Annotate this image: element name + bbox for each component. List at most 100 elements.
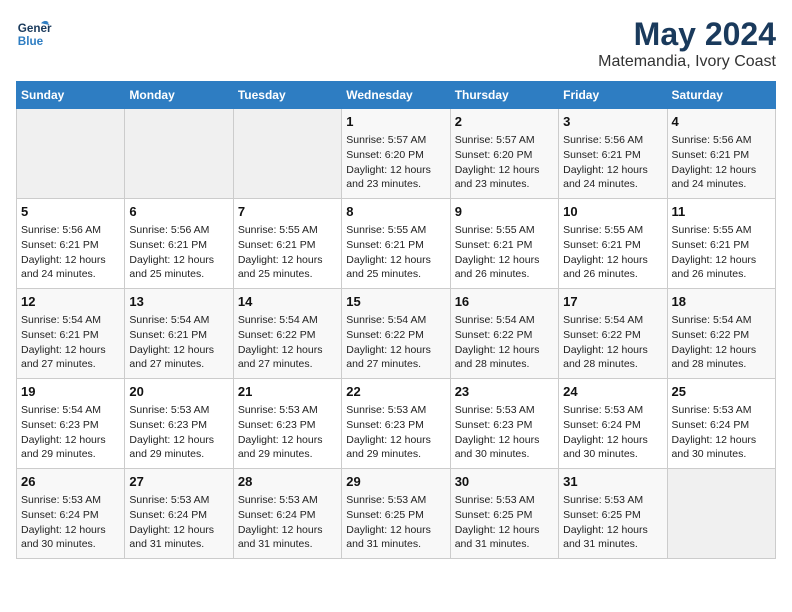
calendar-cell: 20 Sunrise: 5:53 AM Sunset: 6:23 PM Dayli… xyxy=(125,379,233,469)
calendar-cell: 26 Sunrise: 5:53 AM Sunset: 6:24 PM Dayli… xyxy=(17,469,125,559)
calendar-cell: 5Sunrise: 5:56 AM Sunset: 6:21 PM Daylig… xyxy=(17,199,125,289)
day-number: 9 xyxy=(455,203,554,221)
day-number: 17 xyxy=(563,293,662,311)
day-info: Sunrise: 5:53 AM Sunset: 6:23 PM Dayligh… xyxy=(129,403,228,462)
calendar-cell: 29 Sunrise: 5:53 AM Sunset: 6:25 PM Dayli… xyxy=(342,469,450,559)
day-number: 22 xyxy=(346,383,445,401)
day-info: Sunrise: 5:53 AM Sunset: 6:23 PM Dayligh… xyxy=(346,403,445,462)
calendar-cell: 18 Sunrise: 5:54 AM Sunset: 6:22 PM Dayli… xyxy=(667,289,775,379)
day-info: Sunrise: 5:53 AM Sunset: 6:24 PM Dayligh… xyxy=(21,493,120,552)
calendar-cell: 8 Sunrise: 5:55 AM Sunset: 6:21 PM Daylig… xyxy=(342,199,450,289)
day-number: 12 xyxy=(21,293,120,311)
calendar-cell: 25Sunrise: 5:53 AM Sunset: 6:24 PM Dayli… xyxy=(667,379,775,469)
calendar-title: May 2024 xyxy=(598,16,776,53)
weekday-header: Friday xyxy=(559,82,667,109)
day-info: Sunrise: 5:54 AM Sunset: 6:21 PM Dayligh… xyxy=(21,313,120,372)
calendar-cell: 6Sunrise: 5:56 AM Sunset: 6:21 PM Daylig… xyxy=(125,199,233,289)
weekday-header: Tuesday xyxy=(233,82,341,109)
calendar-cell: 13 Sunrise: 5:54 AM Sunset: 6:21 PM Dayli… xyxy=(125,289,233,379)
day-info: Sunrise: 5:56 AM Sunset: 6:21 PM Dayligh… xyxy=(563,133,662,192)
day-number: 19 xyxy=(21,383,120,401)
day-info: Sunrise: 5:54 AM Sunset: 6:23 PM Dayligh… xyxy=(21,403,120,462)
day-number: 13 xyxy=(129,293,228,311)
day-info: Sunrise: 5:55 AM Sunset: 6:21 PM Dayligh… xyxy=(346,223,445,282)
day-number: 11 xyxy=(672,203,771,221)
day-number: 7 xyxy=(238,203,337,221)
weekday-header: Sunday xyxy=(17,82,125,109)
day-number: 15 xyxy=(346,293,445,311)
day-info: Sunrise: 5:53 AM Sunset: 6:24 PM Dayligh… xyxy=(238,493,337,552)
day-info: Sunrise: 5:53 AM Sunset: 6:25 PM Dayligh… xyxy=(455,493,554,552)
calendar-cell: 24 Sunrise: 5:53 AM Sunset: 6:24 PM Dayli… xyxy=(559,379,667,469)
calendar-cell: 16 Sunrise: 5:54 AM Sunset: 6:22 PM Dayli… xyxy=(450,289,558,379)
day-info: Sunrise: 5:54 AM Sunset: 6:21 PM Dayligh… xyxy=(129,313,228,372)
calendar-cell: 4 Sunrise: 5:56 AM Sunset: 6:21 PM Daylig… xyxy=(667,109,775,199)
calendar-cell: 22 Sunrise: 5:53 AM Sunset: 6:23 PM Dayli… xyxy=(342,379,450,469)
day-info: Sunrise: 5:57 AM Sunset: 6:20 PM Dayligh… xyxy=(346,133,445,192)
title-block: May 2024 Matemandia, Ivory Coast xyxy=(598,16,776,71)
day-number: 25 xyxy=(672,383,771,401)
day-info: Sunrise: 5:54 AM Sunset: 6:22 PM Dayligh… xyxy=(563,313,662,372)
day-info: Sunrise: 5:53 AM Sunset: 6:25 PM Dayligh… xyxy=(346,493,445,552)
logo-icon: General Blue xyxy=(16,16,52,52)
calendar-cell: 21Sunrise: 5:53 AM Sunset: 6:23 PM Dayli… xyxy=(233,379,341,469)
day-info: Sunrise: 5:55 AM Sunset: 6:21 PM Dayligh… xyxy=(563,223,662,282)
day-number: 29 xyxy=(346,473,445,491)
weekday-header: Saturday xyxy=(667,82,775,109)
weekday-header: Monday xyxy=(125,82,233,109)
calendar-week-row: 5Sunrise: 5:56 AM Sunset: 6:21 PM Daylig… xyxy=(17,199,776,289)
day-number: 3 xyxy=(563,113,662,131)
day-number: 18 xyxy=(672,293,771,311)
day-number: 6 xyxy=(129,203,228,221)
day-info: Sunrise: 5:54 AM Sunset: 6:22 PM Dayligh… xyxy=(346,313,445,372)
day-info: Sunrise: 5:55 AM Sunset: 6:21 PM Dayligh… xyxy=(672,223,771,282)
day-number: 16 xyxy=(455,293,554,311)
day-number: 10 xyxy=(563,203,662,221)
weekday-header: Wednesday xyxy=(342,82,450,109)
calendar-cell: 23Sunrise: 5:53 AM Sunset: 6:23 PM Dayli… xyxy=(450,379,558,469)
day-info: Sunrise: 5:57 AM Sunset: 6:20 PM Dayligh… xyxy=(455,133,554,192)
day-info: Sunrise: 5:54 AM Sunset: 6:22 PM Dayligh… xyxy=(672,313,771,372)
day-info: Sunrise: 5:53 AM Sunset: 6:24 PM Dayligh… xyxy=(563,403,662,462)
calendar-cell: 1Sunrise: 5:57 AM Sunset: 6:20 PM Daylig… xyxy=(342,109,450,199)
calendar-week-row: 19 Sunrise: 5:54 AM Sunset: 6:23 PM Dayli… xyxy=(17,379,776,469)
calendar-week-row: 26 Sunrise: 5:53 AM Sunset: 6:24 PM Dayli… xyxy=(17,469,776,559)
calendar-week-row: 12 Sunrise: 5:54 AM Sunset: 6:21 PM Dayli… xyxy=(17,289,776,379)
calendar-subtitle: Matemandia, Ivory Coast xyxy=(598,53,776,71)
day-number: 4 xyxy=(672,113,771,131)
calendar-cell: 17 Sunrise: 5:54 AM Sunset: 6:22 PM Dayli… xyxy=(559,289,667,379)
day-number: 8 xyxy=(346,203,445,221)
calendar-cell xyxy=(17,109,125,199)
day-info: Sunrise: 5:53 AM Sunset: 6:24 PM Dayligh… xyxy=(129,493,228,552)
day-number: 26 xyxy=(21,473,120,491)
day-info: Sunrise: 5:54 AM Sunset: 6:22 PM Dayligh… xyxy=(455,313,554,372)
day-number: 24 xyxy=(563,383,662,401)
day-number: 27 xyxy=(129,473,228,491)
logo: General Blue xyxy=(16,16,52,52)
day-info: Sunrise: 5:56 AM Sunset: 6:21 PM Dayligh… xyxy=(21,223,120,282)
day-info: Sunrise: 5:56 AM Sunset: 6:21 PM Dayligh… xyxy=(672,133,771,192)
svg-text:Blue: Blue xyxy=(18,35,44,48)
calendar-cell: 28 Sunrise: 5:53 AM Sunset: 6:24 PM Dayli… xyxy=(233,469,341,559)
calendar-cell: 27 Sunrise: 5:53 AM Sunset: 6:24 PM Dayli… xyxy=(125,469,233,559)
calendar-cell: 30Sunrise: 5:53 AM Sunset: 6:25 PM Dayli… xyxy=(450,469,558,559)
day-info: Sunrise: 5:55 AM Sunset: 6:21 PM Dayligh… xyxy=(455,223,554,282)
day-info: Sunrise: 5:53 AM Sunset: 6:23 PM Dayligh… xyxy=(455,403,554,462)
calendar-cell: 10 Sunrise: 5:55 AM Sunset: 6:21 PM Dayli… xyxy=(559,199,667,289)
calendar-cell: 2 Sunrise: 5:57 AM Sunset: 6:20 PM Daylig… xyxy=(450,109,558,199)
calendar-cell: 9 Sunrise: 5:55 AM Sunset: 6:21 PM Daylig… xyxy=(450,199,558,289)
page-header: General Blue May 2024 Matemandia, Ivory … xyxy=(16,16,776,71)
day-number: 31 xyxy=(563,473,662,491)
calendar-cell: 19 Sunrise: 5:54 AM Sunset: 6:23 PM Dayli… xyxy=(17,379,125,469)
day-number: 2 xyxy=(455,113,554,131)
day-info: Sunrise: 5:54 AM Sunset: 6:22 PM Dayligh… xyxy=(238,313,337,372)
day-info: Sunrise: 5:55 AM Sunset: 6:21 PM Dayligh… xyxy=(238,223,337,282)
day-number: 28 xyxy=(238,473,337,491)
calendar-table: SundayMondayTuesdayWednesdayThursdayFrid… xyxy=(16,81,776,559)
day-number: 20 xyxy=(129,383,228,401)
day-number: 14 xyxy=(238,293,337,311)
calendar-cell: 3 Sunrise: 5:56 AM Sunset: 6:21 PM Daylig… xyxy=(559,109,667,199)
weekday-header: Thursday xyxy=(450,82,558,109)
day-info: Sunrise: 5:53 AM Sunset: 6:25 PM Dayligh… xyxy=(563,493,662,552)
calendar-cell: 31 Sunrise: 5:53 AM Sunset: 6:25 PM Dayli… xyxy=(559,469,667,559)
